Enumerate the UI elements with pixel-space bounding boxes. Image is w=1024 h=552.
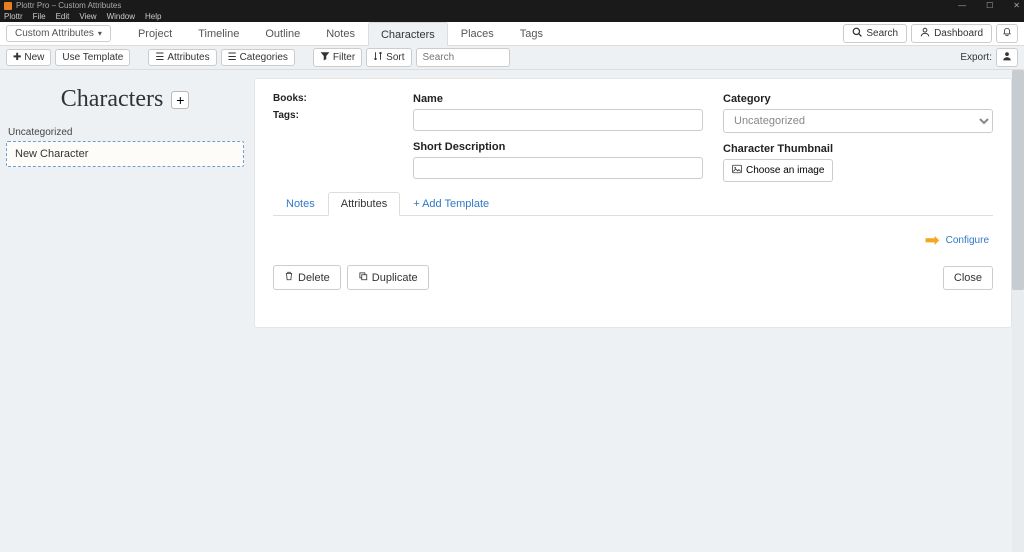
close-window-icon[interactable]: ✕ xyxy=(1013,1,1020,10)
tab-tags[interactable]: Tags xyxy=(507,22,556,45)
dashboard-button[interactable]: Dashboard xyxy=(911,24,992,43)
context-dropdown-label: Custom Attributes xyxy=(15,28,94,39)
vertical-scrollbar[interactable] xyxy=(1012,70,1024,552)
duplicate-button[interactable]: Duplicate xyxy=(347,265,429,290)
group-label: Uncategorized xyxy=(8,127,244,138)
thumb-label: Character Thumbnail xyxy=(723,143,993,155)
toolbar-search-input[interactable] xyxy=(416,48,510,67)
shortdesc-input[interactable] xyxy=(413,157,703,179)
main-area: Characters + Uncategorized New Character… xyxy=(0,70,1024,552)
image-icon xyxy=(732,164,742,177)
person-icon xyxy=(1002,51,1012,61)
category-label: Category xyxy=(723,93,993,105)
search-button[interactable]: Search xyxy=(843,24,907,43)
person-icon xyxy=(920,27,930,40)
sidebar: Characters + Uncategorized New Character xyxy=(0,70,250,552)
books-label: Books: xyxy=(273,93,393,104)
arrow-callout-icon: ➡ xyxy=(925,230,940,251)
export-label: Export: xyxy=(960,52,992,63)
menu-help[interactable]: Help xyxy=(145,12,161,21)
top-nav: Custom Attributes ▾ Project Timeline Out… xyxy=(0,22,1024,46)
subtabs: Notes Attributes + Add Template xyxy=(273,192,993,216)
configure-link[interactable]: Configure xyxy=(946,235,989,246)
tags-label: Tags: xyxy=(273,110,393,121)
tab-project[interactable]: Project xyxy=(125,22,185,45)
subtab-add-template[interactable]: + Add Template xyxy=(400,192,502,216)
use-template-button[interactable]: Use Template xyxy=(55,49,130,66)
menu-window[interactable]: Window xyxy=(107,12,135,21)
menu-bar: Plottr File Edit View Window Help xyxy=(0,11,1024,22)
detail-panel: Books: Tags: Name Short Description Cate… xyxy=(254,78,1012,328)
sort-button[interactable]: Sort xyxy=(366,48,411,67)
scrollbar-thumb[interactable] xyxy=(1012,70,1024,290)
category-select[interactable]: Uncategorized xyxy=(723,109,993,133)
bell-button[interactable] xyxy=(996,24,1018,43)
menu-file[interactable]: File xyxy=(33,12,46,21)
search-icon xyxy=(852,27,862,40)
attributes-button[interactable]: ☰Attributes xyxy=(148,49,216,66)
character-list-item[interactable]: New Character xyxy=(6,141,244,167)
window-title: Plottr Pro – Custom Attributes xyxy=(16,1,121,10)
toolbar: ✚New Use Template ☰Attributes ☰Categorie… xyxy=(0,46,1024,70)
new-button[interactable]: ✚New xyxy=(6,49,51,66)
filter-icon xyxy=(320,51,330,64)
export-button[interactable] xyxy=(996,48,1018,67)
tab-characters[interactable]: Characters xyxy=(368,22,448,46)
menu-view[interactable]: View xyxy=(79,12,96,21)
close-button[interactable]: Close xyxy=(943,266,993,290)
menu-edit[interactable]: Edit xyxy=(56,12,70,21)
list-icon: ☰ xyxy=(155,52,164,63)
list-icon: ☰ xyxy=(228,52,237,63)
minimize-icon[interactable]: — xyxy=(958,1,966,10)
delete-button[interactable]: Delete xyxy=(273,265,341,290)
subtab-notes[interactable]: Notes xyxy=(273,192,328,216)
name-label: Name xyxy=(413,93,703,105)
maximize-icon[interactable]: ☐ xyxy=(986,1,993,10)
add-character-button[interactable]: + xyxy=(171,91,189,109)
sort-icon xyxy=(373,51,383,64)
context-dropdown[interactable]: Custom Attributes ▾ xyxy=(6,25,111,42)
copy-icon xyxy=(358,271,368,284)
menu-plottr[interactable]: Plottr xyxy=(4,12,23,21)
plus-icon: ✚ xyxy=(13,52,21,63)
bell-icon xyxy=(1002,27,1012,37)
tab-outline[interactable]: Outline xyxy=(252,22,313,45)
caret-down-icon: ▾ xyxy=(98,29,102,38)
choose-image-button[interactable]: Choose an image xyxy=(723,159,833,182)
name-input[interactable] xyxy=(413,109,703,131)
shortdesc-label: Short Description xyxy=(413,141,703,153)
app-logo-icon xyxy=(4,2,12,10)
page-title: Characters xyxy=(61,86,164,113)
tab-places[interactable]: Places xyxy=(448,22,507,45)
tab-notes[interactable]: Notes xyxy=(313,22,368,45)
filter-button[interactable]: Filter xyxy=(313,48,362,67)
categories-button[interactable]: ☰Categories xyxy=(221,49,295,66)
tab-timeline[interactable]: Timeline xyxy=(185,22,252,45)
window-titlebar: Plottr Pro – Custom Attributes — ☐ ✕ xyxy=(0,0,1024,11)
subtab-attributes[interactable]: Attributes xyxy=(328,192,400,216)
trash-icon xyxy=(284,271,294,284)
